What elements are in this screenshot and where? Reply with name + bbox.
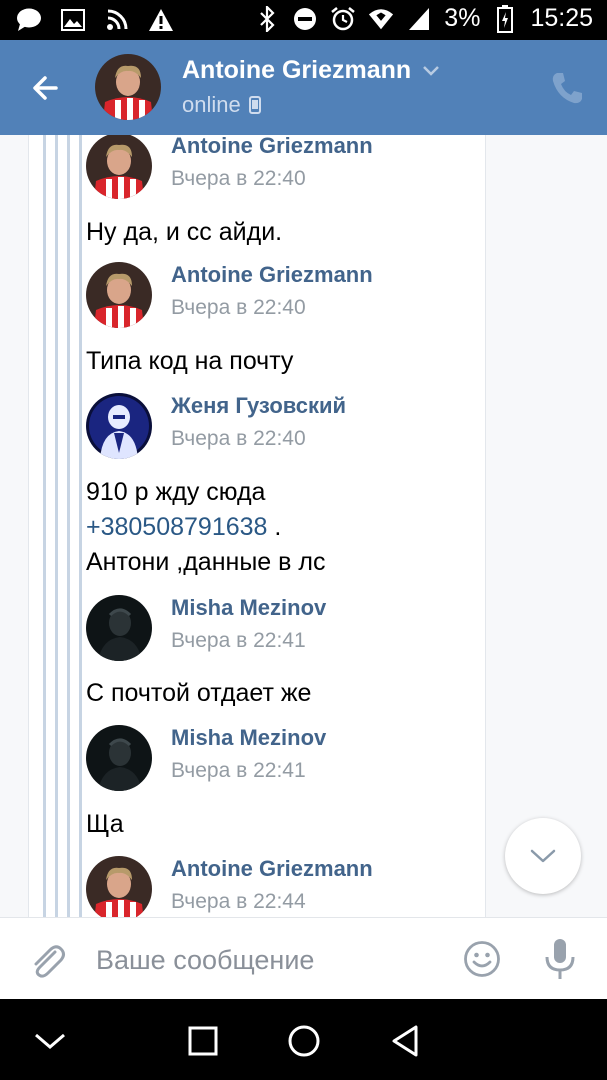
nav-home-button[interactable] — [284, 1021, 324, 1061]
signal-icon — [406, 5, 432, 33]
message-text: Типа код на почту — [86, 347, 294, 375]
quote-line — [55, 135, 58, 917]
bluetooth-icon — [254, 5, 280, 33]
back-button[interactable] — [24, 68, 68, 108]
message-time: Вчера в 22:40 — [171, 167, 306, 190]
phone-icon — [552, 73, 582, 104]
attach-button[interactable] — [28, 940, 68, 980]
griezmann-avatar[interactable] — [95, 54, 161, 120]
nav-back-button[interactable] — [386, 1021, 426, 1061]
chat-title[interactable]: Antoine Griezmann — [182, 56, 411, 85]
message-text-line: +380508791638 . — [86, 510, 281, 545]
status-bar: 3% 15:25 — [0, 0, 607, 40]
message-time: Вчера в 22:41 — [171, 759, 306, 782]
message-header: Misha Mezinov Вчера в 22:41 — [86, 595, 446, 661]
griezmann-avatar[interactable] — [86, 856, 152, 917]
message-author[interactable]: Женя Гузовский — [171, 393, 346, 419]
online-status-text: online — [182, 92, 241, 117]
message-text: 910 р жду сюда — [86, 478, 266, 506]
message-time: Вчера в 22:44 — [171, 890, 306, 913]
message-text-fragment: . — [274, 513, 282, 541]
alarm-icon — [330, 5, 356, 33]
mobile-icon — [248, 96, 261, 114]
griezmann-avatar[interactable] — [86, 135, 152, 199]
message-text: С почтой отдает же — [86, 679, 312, 707]
chat-header: Antoine Griezmann online — [0, 40, 607, 135]
warning-icon — [148, 6, 174, 34]
quote-line — [43, 135, 46, 917]
message-input[interactable] — [96, 940, 436, 980]
message-author[interactable]: Misha Mezinov — [171, 725, 326, 751]
guzovsky-avatar[interactable] — [86, 393, 152, 459]
nav-home-icon — [288, 1025, 320, 1057]
message-header: Женя Гузовский Вчера в 22:40 — [86, 393, 446, 459]
battery-icon — [492, 4, 518, 33]
griezmann-avatar[interactable] — [86, 262, 152, 328]
nav-back-icon — [392, 1025, 418, 1057]
status-time: 15:25 — [530, 4, 593, 32]
nav-recents-icon — [188, 1026, 218, 1056]
battery-percentage: 3% — [444, 4, 481, 32]
voice-message-button[interactable] — [542, 937, 578, 981]
message-header: Antoine Griezmann Вчера в 22:44 — [86, 856, 446, 917]
call-button[interactable] — [550, 70, 584, 106]
wifi-icon — [368, 5, 394, 33]
message-time: Вчера в 22:41 — [171, 629, 306, 652]
message-author[interactable]: Antoine Griezmann — [171, 135, 373, 159]
nav-hide-keyboard-button[interactable] — [30, 1021, 70, 1061]
rss-icon — [104, 6, 130, 34]
emoji-icon — [464, 941, 500, 977]
message-composer — [0, 917, 607, 999]
phone-link[interactable]: +380508791638 — [86, 513, 267, 541]
mezinov-avatar[interactable] — [86, 595, 152, 661]
quote-line — [67, 135, 70, 917]
message-text: Антони ,данные в лс — [86, 548, 326, 576]
emoji-button[interactable] — [463, 940, 501, 978]
message-time: Вчера в 22:40 — [171, 296, 306, 319]
quote-line — [79, 135, 82, 917]
back-arrow-icon — [33, 76, 58, 100]
message-time: Вчера в 22:40 — [171, 427, 306, 450]
message-header: Misha Mezinov Вчера в 22:41 — [86, 725, 446, 791]
nav-down-icon — [35, 1033, 65, 1049]
message-author[interactable]: Antoine Griezmann — [171, 262, 373, 288]
message-text: Ну да, и сс айди. — [86, 218, 283, 246]
message-text: Ща — [86, 810, 124, 838]
message-author[interactable]: Antoine Griezmann — [171, 856, 373, 882]
microphone-icon — [545, 939, 575, 979]
nav-recents-button[interactable] — [183, 1021, 223, 1061]
message-header: Antoine Griezmann Вчера в 22:40 — [86, 262, 446, 328]
message-list[interactable]: Antoine Griezmann Вчера в 22:40 Ну да, и… — [0, 135, 607, 917]
chevron-down-icon[interactable] — [422, 64, 440, 78]
paperclip-icon — [34, 945, 65, 978]
message-header: Antoine Griezmann Вчера в 22:40 — [86, 135, 446, 199]
navigation-bar — [0, 999, 607, 1080]
scroll-down-button[interactable] — [505, 818, 581, 894]
message-author[interactable]: Misha Mezinov — [171, 595, 326, 621]
do-not-disturb-icon — [292, 5, 318, 33]
mezinov-avatar[interactable] — [86, 725, 152, 791]
chevron-down-icon — [530, 849, 556, 863]
online-status: online — [182, 92, 261, 118]
chat-icon — [16, 6, 42, 34]
image-icon — [60, 6, 86, 34]
